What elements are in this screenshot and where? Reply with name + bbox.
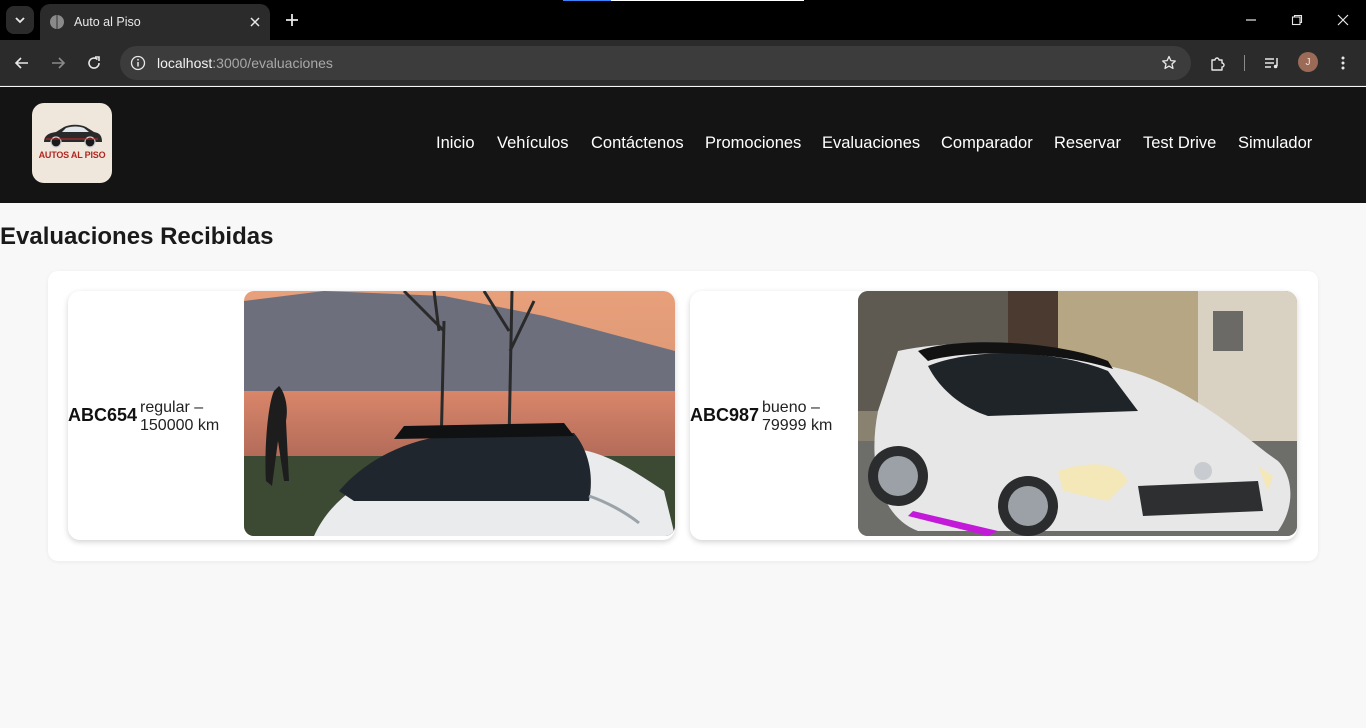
page-title: Evaluaciones Recibidas	[0, 223, 274, 250]
star-icon	[1162, 55, 1176, 70]
back-button[interactable]	[10, 51, 34, 75]
address-bar[interactable]: localhost:3000/evaluaciones	[120, 46, 1191, 80]
new-tab-button[interactable]	[280, 8, 304, 32]
restore-button[interactable]	[1285, 8, 1309, 32]
url-path: :3000/evaluaciones	[212, 55, 333, 71]
nav-link-reservar[interactable]: Reservar	[1054, 134, 1121, 153]
more-vertical-icon	[1341, 56, 1345, 70]
nav-link-test-drive[interactable]: Test Drive	[1143, 134, 1216, 153]
site-header: AUTOS AL PISO Inicio Vehículos Contácten…	[0, 87, 1366, 203]
nav-link-simulador[interactable]: Simulador	[1238, 134, 1312, 153]
reload-button[interactable]	[82, 51, 106, 75]
mileage-text: 150000 km	[140, 417, 220, 434]
loading-indicator	[563, 0, 804, 1]
arrow-left-icon	[14, 57, 28, 69]
condition-text: bueno –	[762, 399, 820, 416]
evaluation-card: ABC654 regular – 150000 km	[68, 291, 675, 540]
mileage-text: 79999 km	[762, 417, 833, 434]
plus-icon	[286, 14, 298, 26]
toolbar-divider	[1244, 55, 1245, 71]
evaluations-panel: ABC654 regular – 150000 km ABC987 bueno …	[48, 271, 1318, 561]
close-icon	[1337, 14, 1349, 26]
extensions-button[interactable]	[1206, 51, 1230, 75]
playlist-icon	[1265, 58, 1278, 69]
nav-link-inicio[interactable]: Inicio	[436, 134, 475, 153]
minimize-icon	[1246, 19, 1256, 21]
vehicle-photo	[244, 291, 675, 536]
chevron-down-icon	[15, 17, 25, 24]
vehicle-photo	[858, 291, 1297, 536]
browser-tabbar: Auto al Piso	[0, 0, 1366, 40]
nav-link-comparador[interactable]: Comparador	[941, 134, 1033, 153]
site-info-icon[interactable]	[128, 53, 148, 73]
url-host: localhost	[157, 55, 213, 71]
reload-icon	[88, 56, 100, 69]
nav-link-contactenos[interactable]: Contáctenos	[591, 134, 684, 153]
vehicle-plate: ABC987	[690, 405, 760, 425]
nav-link-evaluaciones[interactable]: Evaluaciones	[822, 134, 920, 153]
globe-icon	[50, 15, 64, 29]
puzzle-icon	[1211, 57, 1225, 71]
minimize-button[interactable]	[1239, 8, 1263, 32]
main-nav: Inicio Vehículos Contáctenos Promociones…	[0, 134, 1366, 154]
close-icon	[250, 17, 260, 27]
profile-avatar[interactable]: J	[1298, 52, 1318, 72]
evaluation-details: regular – 150000 km	[140, 399, 219, 435]
arrow-right-icon	[52, 57, 66, 69]
forward-button[interactable]	[46, 51, 70, 75]
vehicle-plate: ABC654	[68, 405, 138, 425]
bookmark-star-button[interactable]	[1159, 53, 1179, 73]
evaluation-details: bueno – 79999 km	[762, 399, 832, 435]
media-controls-button[interactable]	[1260, 51, 1284, 75]
browser-tab[interactable]: Auto al Piso	[40, 4, 270, 40]
tab-search-button[interactable]	[6, 6, 34, 34]
close-window-button[interactable]	[1331, 8, 1355, 32]
condition-text: regular –	[140, 399, 204, 416]
browser-toolbar: localhost:3000/evaluaciones J	[0, 40, 1366, 86]
evaluation-card: ABC987 bueno – 79999 km	[690, 291, 1297, 540]
tab-title: Auto al Piso	[74, 15, 141, 29]
close-tab-button[interactable]	[244, 11, 266, 33]
nav-link-promociones[interactable]: Promociones	[705, 134, 801, 153]
browser-menu-button[interactable]	[1331, 51, 1355, 75]
nav-link-vehiculos[interactable]: Vehículos	[497, 134, 569, 153]
restore-icon	[1291, 14, 1303, 26]
